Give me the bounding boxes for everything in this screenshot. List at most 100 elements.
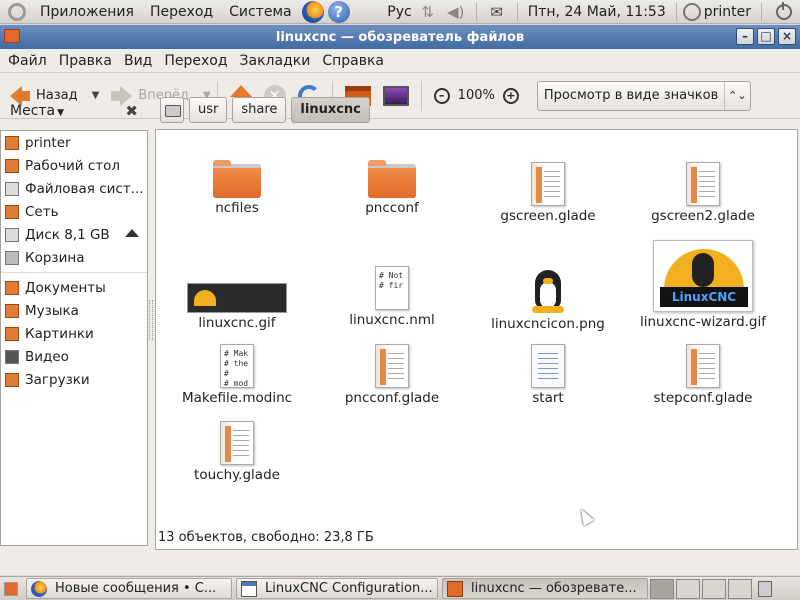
folder-icon <box>447 580 463 597</box>
menu-edit[interactable]: Правка <box>53 53 118 69</box>
window-icon <box>241 580 257 597</box>
file-item[interactable]: ncfiles <box>162 160 312 216</box>
help-launcher-icon[interactable]: ? <box>327 0 350 23</box>
glade-file-icon <box>686 162 720 206</box>
crumb-root-drive-icon[interactable] <box>160 97 184 123</box>
ubuntu-logo-icon[interactable] <box>8 2 26 21</box>
menu-places[interactable]: Переход <box>142 0 221 24</box>
place-trash[interactable]: Корзина <box>1 246 147 269</box>
view-mode-chevron-icon: ⌃⌄ <box>723 81 750 110</box>
bookmark-downloads[interactable]: Загрузки <box>1 368 147 391</box>
menu-system[interactable]: Система <box>221 0 299 24</box>
place-network[interactable]: Сеть <box>1 200 147 223</box>
place-disk[interactable]: Диск 8,1 GB <box>1 223 147 246</box>
keyboard-layout-indicator[interactable]: Рус <box>385 0 413 24</box>
breadcrumb: usr share linuxcnc <box>160 97 375 125</box>
workspace-1[interactable] <box>650 578 674 599</box>
place-home[interactable]: printer <box>1 131 147 154</box>
workspace-3[interactable] <box>702 578 726 599</box>
task-button-linuxcnc-config[interactable]: LinuxCNC Configuration... <box>236 578 438 599</box>
folder-pictures-icon <box>5 326 19 341</box>
places-list: printer Рабочий стол Файловая сист... Се… <box>0 130 148 546</box>
computer-button[interactable] <box>377 78 415 114</box>
task-button-firefox[interactable]: Новые сообщения • С... <box>26 578 232 599</box>
place-desktop[interactable]: Рабочий стол <box>1 154 147 177</box>
chevron-down-icon: ▼ <box>57 108 65 118</box>
task-button-file-browser[interactable]: linuxcnc — обозревате... <box>442 578 648 599</box>
volume-icon[interactable]: ◀) <box>446 4 466 20</box>
glade-file-icon <box>531 162 565 206</box>
zoom-in-icon: + <box>502 87 519 104</box>
file-item[interactable]: # Not # fir linuxcnc.nml <box>317 236 467 328</box>
workspace-4[interactable] <box>728 578 752 599</box>
folder-icon <box>368 160 416 198</box>
zoom-out-icon: – <box>433 87 450 104</box>
eject-icon[interactable] <box>125 229 139 237</box>
firefox-icon <box>31 580 47 597</box>
filesystem-icon <box>5 181 19 196</box>
top-panel: Приложения Переход Система ? Рус ⇅ ◀) ✉ … <box>0 0 800 24</box>
window-menu-icon[interactable] <box>4 29 20 43</box>
menu-help[interactable]: Справка <box>316 53 390 69</box>
menu-applications[interactable]: Приложения <box>32 0 142 24</box>
user-menu[interactable]: printer <box>704 0 755 24</box>
image-thumbnail-icon <box>187 283 287 313</box>
linuxcnc-logo-thumbnail-icon: LinuxCNC <box>653 240 753 312</box>
zoom-out-button[interactable]: – <box>428 78 456 114</box>
folder-icon <box>5 280 19 295</box>
file-item[interactable]: gscreen2.glade <box>628 134 778 224</box>
network-icon <box>5 204 19 219</box>
folder-video-icon <box>5 349 19 364</box>
file-item[interactable]: pncconf <box>317 160 467 216</box>
menu-view[interactable]: Вид <box>118 53 158 69</box>
workspace-2[interactable] <box>676 578 700 599</box>
trash-icon <box>5 250 19 265</box>
mail-icon[interactable]: ✉ <box>487 4 507 20</box>
folder-downloads-icon <box>5 372 19 387</box>
show-desktop-icon[interactable] <box>4 581 18 596</box>
bookmark-documents[interactable]: Документы <box>1 276 147 299</box>
file-item[interactable]: touchy.glade <box>162 393 312 483</box>
bookmark-music[interactable]: Музыка <box>1 299 147 322</box>
pane-splitter[interactable] <box>149 300 153 340</box>
zoom-level: 100% <box>457 88 495 103</box>
bookmark-videos[interactable]: Видео <box>1 345 147 368</box>
sidebar-type-select[interactable]: Места ▼ <box>10 103 64 119</box>
network-icon[interactable]: ⇅ <box>418 4 438 20</box>
view-mode-select[interactable]: Просмотр в виде значков ⌃⌄ <box>536 80 751 111</box>
sidebar: Места ▼ ✖ printer Рабочий стол Файловая с… <box>0 94 148 548</box>
crumb-linuxcnc[interactable]: linuxcnc <box>291 97 370 123</box>
glade-file-icon <box>686 344 720 388</box>
crumb-usr[interactable]: usr <box>189 97 228 123</box>
menu-bar: Файл Правка Вид Переход Закладки Справка <box>0 49 800 73</box>
menu-bookmarks[interactable]: Закладки <box>234 53 317 69</box>
file-item[interactable]: start <box>473 316 623 406</box>
crumb-share[interactable]: share <box>232 97 287 123</box>
title-bar[interactable]: linuxcnc — обозреватель файлов – □ × <box>0 25 800 49</box>
file-icon-view[interactable]: ncfiles pncconf gscreen.glade gscreen2.g… <box>155 129 798 550</box>
firefox-launcher-icon[interactable] <box>301 0 324 23</box>
menu-go[interactable]: Переход <box>158 53 233 69</box>
file-item[interactable]: stepconf.glade <box>628 316 778 406</box>
file-item[interactable]: pncconf.glade <box>317 316 467 406</box>
close-button[interactable]: × <box>778 28 796 45</box>
place-filesystem[interactable]: Файловая сист... <box>1 177 147 200</box>
tux-penguin-icon <box>526 266 570 314</box>
menu-file[interactable]: Файл <box>2 53 53 69</box>
close-sidebar-icon[interactable]: ✖ <box>125 102 138 120</box>
bottom-panel: Новые сообщения • С... LinuxCNC Configur… <box>0 576 800 600</box>
zoom-in-button[interactable]: + <box>497 78 525 114</box>
file-item[interactable]: gscreen.glade <box>473 134 623 224</box>
maximize-button[interactable]: □ <box>757 28 775 45</box>
folder-music-icon <box>5 303 19 318</box>
clock[interactable]: Птн, 24 Май, 11:53 <box>524 0 670 24</box>
text-file-icon: # Not # fir <box>375 266 409 310</box>
bookmark-pictures[interactable]: Картинки <box>1 322 147 345</box>
folder-icon <box>213 160 261 198</box>
power-icon[interactable] <box>776 2 792 20</box>
trash-applet-icon[interactable] <box>758 580 772 597</box>
glade-file-icon <box>375 344 409 388</box>
user-icon <box>682 3 701 21</box>
minimize-button[interactable]: – <box>736 28 754 45</box>
home-icon <box>5 135 19 150</box>
